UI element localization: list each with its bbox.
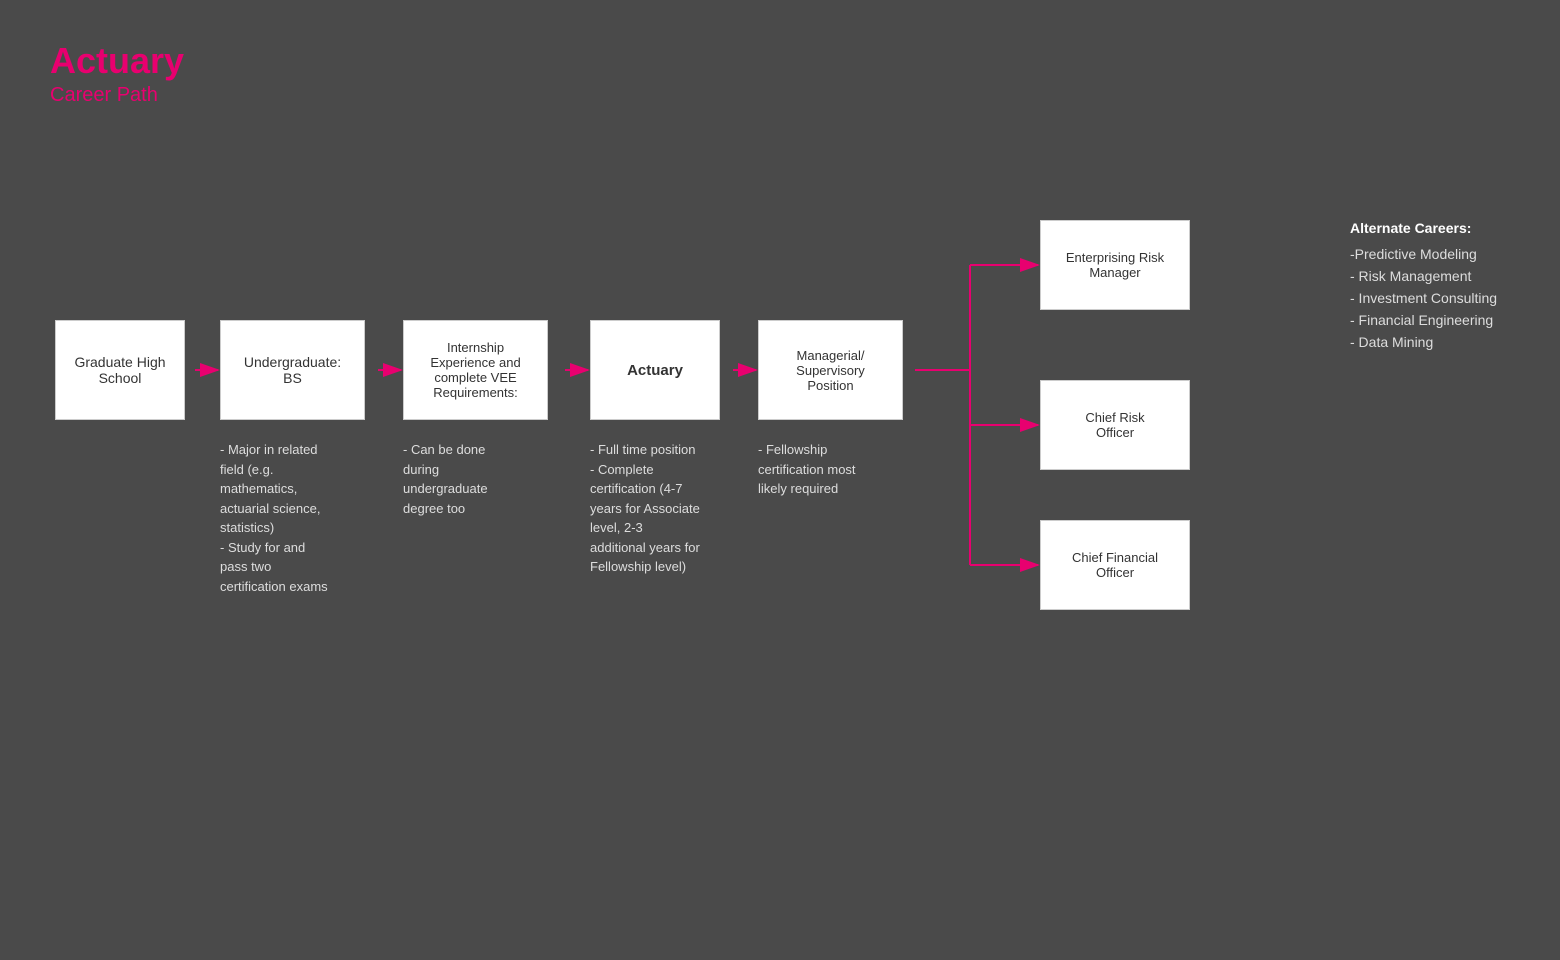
cro-label: Chief RiskOfficer	[1085, 410, 1144, 440]
alternate-careers-section: Alternate Careers: -Predictive Modeling …	[1350, 220, 1497, 356]
actuary-notes: - Full time position- Completecertificat…	[590, 440, 755, 577]
cfo-label: Chief FinancialOfficer	[1072, 550, 1158, 580]
actuary-label: Actuary	[627, 362, 683, 379]
undergraduate-box: Undergraduate:BS	[220, 320, 365, 420]
undergraduate-label: Undergraduate:BS	[244, 354, 341, 386]
page-title: Actuary	[50, 40, 184, 82]
cro-box: Chief RiskOfficer	[1040, 380, 1190, 470]
page-subtitle: Career Path	[50, 84, 184, 107]
actuary-box: Actuary	[590, 320, 720, 420]
undergraduate-notes: - Major in relatedfield (e.g.mathematics…	[220, 440, 380, 596]
alt-career-3: - Investment Consulting	[1350, 290, 1497, 306]
erm-box: Enterprising RiskManager	[1040, 220, 1190, 310]
graduate-box: Graduate HighSchool	[55, 320, 185, 420]
erm-label: Enterprising RiskManager	[1066, 250, 1164, 280]
header: Actuary Career Path	[50, 40, 184, 107]
managerial-notes: - Fellowshipcertification mostlikely req…	[758, 440, 918, 499]
alt-career-2: - Risk Management	[1350, 268, 1497, 284]
internship-notes: - Can be doneduringundergraduatedegree t…	[403, 440, 553, 518]
alt-career-1: -Predictive Modeling	[1350, 246, 1497, 262]
alt-career-5: - Data Mining	[1350, 334, 1497, 350]
alternate-careers-title: Alternate Careers:	[1350, 220, 1497, 236]
cfo-box: Chief FinancialOfficer	[1040, 520, 1190, 610]
alt-career-4: - Financial Engineering	[1350, 312, 1497, 328]
internship-label: InternshipExperience andcomplete VEERequ…	[430, 340, 520, 400]
managerial-label: Managerial/SupervisoryPosition	[796, 348, 865, 393]
managerial-box: Managerial/SupervisoryPosition	[758, 320, 903, 420]
graduate-label: Graduate HighSchool	[74, 354, 165, 386]
internship-box: InternshipExperience andcomplete VEERequ…	[403, 320, 548, 420]
